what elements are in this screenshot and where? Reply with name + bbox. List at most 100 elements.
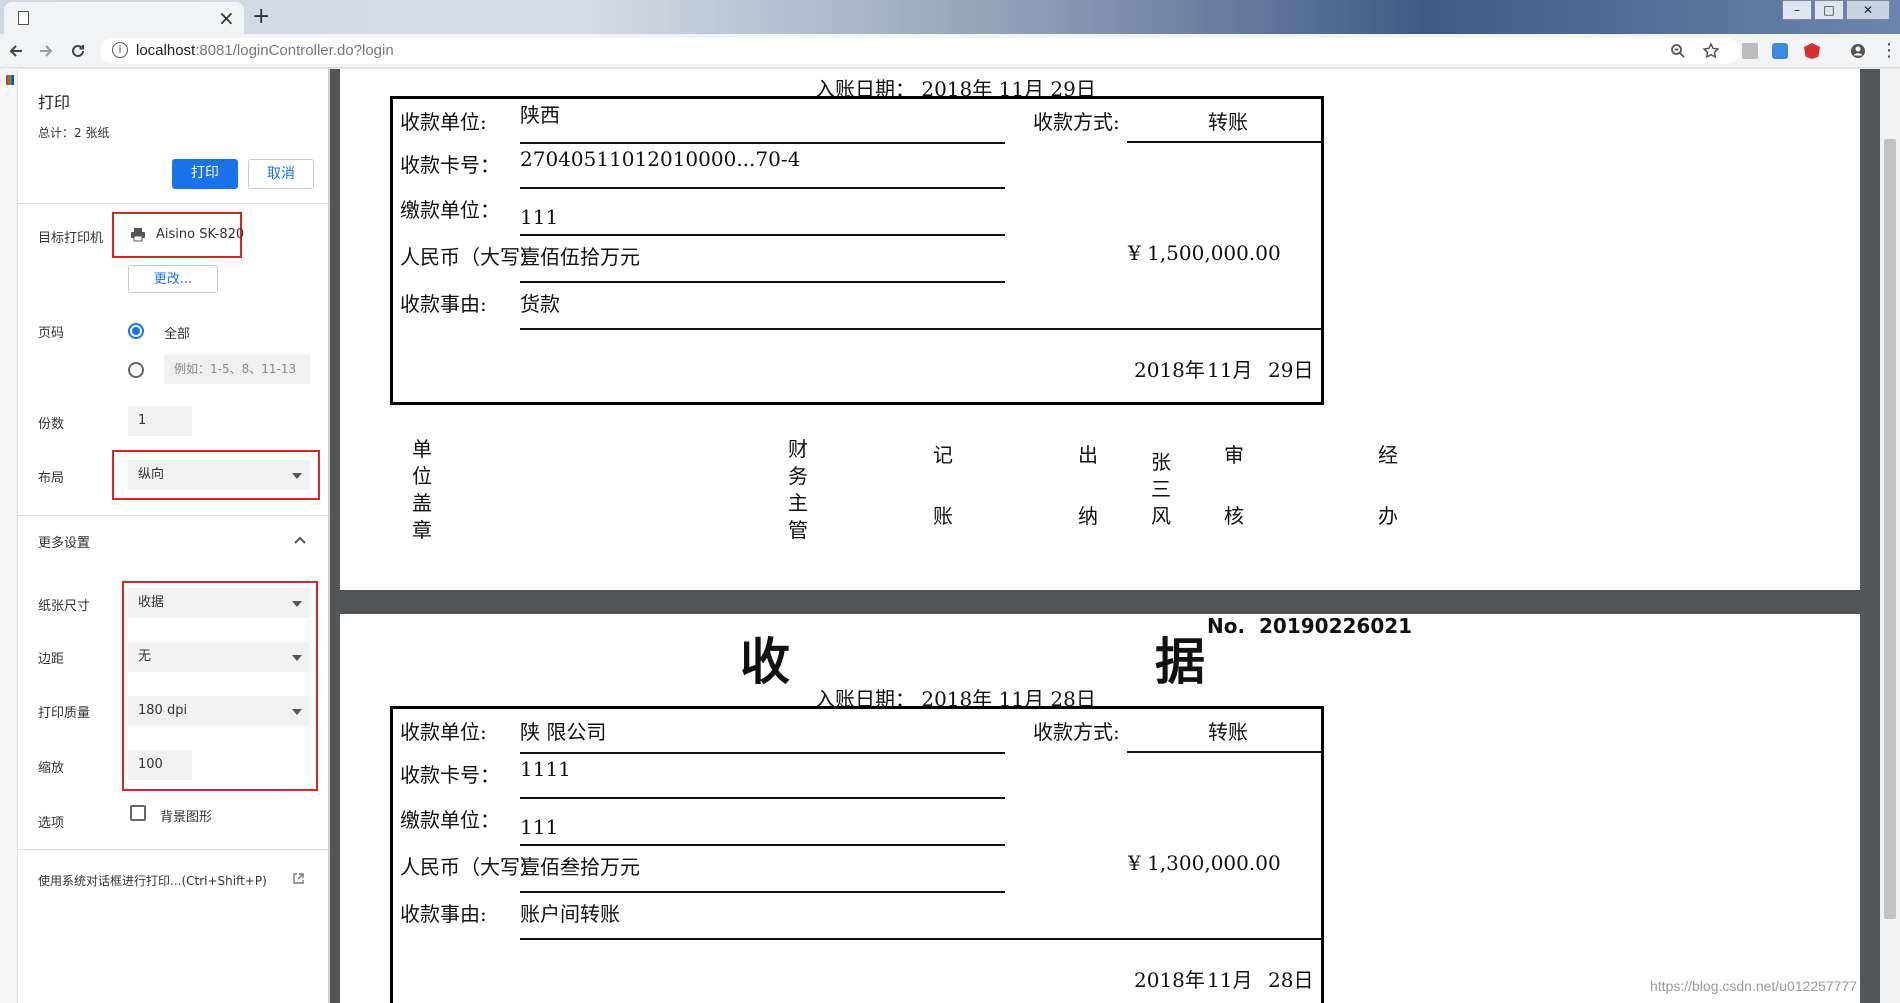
date-year: 2018年: [1134, 358, 1205, 382]
rule: [520, 281, 1005, 283]
page-icon: [18, 11, 29, 25]
char: 审: [1224, 443, 1244, 467]
divider: [18, 849, 330, 850]
browser-toolbar: i localhost:8081/loginController.do?logi…: [0, 34, 1900, 68]
pages-custom-radio[interactable]: [128, 362, 144, 378]
rule: [520, 844, 1005, 846]
rule: [520, 328, 1322, 330]
amount: ¥ 1,300,000.00: [1128, 851, 1281, 875]
chevron-up-icon[interactable]: [294, 536, 306, 544]
change-printer-button[interactable]: 更改...: [128, 265, 218, 293]
bookmark-star-icon[interactable]: [1702, 42, 1720, 60]
margins-label: 边距: [38, 652, 65, 667]
receipt-number: No. 20190226021: [1207, 614, 1412, 638]
payer-label: 缴款单位：: [400, 808, 500, 832]
reason-label: 收款事由:: [400, 902, 487, 926]
char: 位: [412, 464, 432, 488]
zoom-icon[interactable]: [1670, 43, 1686, 59]
char: 务: [788, 464, 808, 488]
rule: [1127, 751, 1322, 753]
destination-label: 目标打印机: [38, 231, 104, 246]
menu-icon[interactable]: ⋮: [1880, 40, 1898, 61]
new-tab-button[interactable]: +: [252, 4, 270, 29]
printer-icon: [131, 228, 145, 242]
back-icon[interactable]: [8, 43, 24, 59]
date-month: 11月: [1207, 358, 1253, 382]
url-text: localhost:8081/loginController.do?login: [136, 42, 394, 59]
reason-value: 货款: [520, 292, 560, 316]
background-graphics-label: 背景图形: [160, 810, 213, 825]
browser-tab[interactable]: ×: [4, 2, 244, 34]
scale-label: 缩放: [38, 761, 65, 776]
url-host: localhost: [136, 42, 196, 59]
url-path: :8081/loginController.do?login: [195, 42, 394, 59]
payer-value: 111: [520, 205, 559, 229]
bookkeeping-label: 记账: [931, 439, 955, 533]
printer-name[interactable]: Aisino SK-820: [156, 227, 244, 242]
pages-all-label: 全部: [164, 327, 191, 342]
print-title: 打印: [38, 93, 71, 112]
apps-icon[interactable]: [6, 75, 14, 85]
close-window-button[interactable]: ✕: [1846, 0, 1890, 20]
payer-label: 缴款单位：: [400, 198, 500, 222]
reason-value: 账户间转账: [520, 902, 620, 926]
total-sheets: 总计：2 张纸: [38, 126, 110, 140]
finance-label: 财务主管: [786, 436, 810, 544]
card-label: 收款卡号：: [400, 153, 500, 177]
info-icon[interactable]: i: [112, 42, 128, 58]
extension-blue-icon[interactable]: [1772, 43, 1788, 59]
preview-page-1: 入账日期： 2018年 11月 29日 收款单位: 陕西 收款方式: 转账 收款…: [340, 69, 1860, 590]
divider: [18, 515, 330, 516]
pay-method-value: 转账: [1208, 720, 1248, 744]
forward-icon[interactable]: [38, 43, 54, 59]
extension-folder-icon[interactable]: [1742, 43, 1758, 59]
background-graphics-checkbox[interactable]: [130, 805, 146, 821]
rule: [520, 142, 1005, 144]
pages-input[interactable]: 例如：1-5、8、11-13: [164, 354, 310, 384]
system-dialog-link[interactable]: 使用系统对话框进行打印...(Ctrl+Shift+P): [38, 872, 267, 889]
amount: ¥ 1,500,000.00: [1128, 241, 1281, 265]
reason-label: 收款事由:: [400, 292, 487, 316]
date-day: 28日: [1268, 968, 1314, 992]
window-controls: – □ ✕: [1780, 0, 1890, 22]
date-year: 2018年: [1134, 968, 1205, 992]
paper-size-label: 纸张尺寸: [38, 599, 91, 614]
rule: [520, 187, 1005, 189]
payee-unit-value: 陕西: [520, 103, 560, 127]
print-button[interactable]: 打印: [172, 159, 238, 189]
tab-bar: × + – □ ✕: [0, 0, 1900, 34]
rule: [1127, 141, 1322, 143]
date-month: 11月: [1207, 968, 1253, 992]
copies-input[interactable]: 1: [128, 406, 192, 436]
pay-method-label: 收款方式:: [1033, 110, 1120, 134]
options-label: 选项: [38, 816, 65, 831]
external-link-icon[interactable]: [292, 872, 305, 885]
rule: [520, 234, 1005, 236]
char: 张: [1151, 450, 1171, 474]
tab-close-button[interactable]: ×: [218, 6, 235, 30]
print-preview: 入账日期： 2018年 11月 29日 收款单位: 陕西 收款方式: 转账 收款…: [330, 69, 1880, 1003]
cancel-button[interactable]: 取消: [248, 159, 314, 189]
angular-extension-icon[interactable]: [1804, 43, 1820, 59]
char: 三: [1151, 477, 1171, 501]
char: 核: [1224, 504, 1244, 528]
payee-unit-value: 陕 限公司: [520, 720, 607, 744]
minimize-button[interactable]: –: [1782, 0, 1812, 20]
divider: [18, 203, 330, 204]
rule: [520, 752, 1005, 754]
reload-icon[interactable]: [70, 43, 86, 59]
card-value: 27040511012010000...70-4: [520, 147, 801, 171]
scrollbar-thumb[interactable]: [1884, 139, 1896, 919]
preview-scrollbar[interactable]: [1880, 69, 1900, 1003]
char: 出: [1078, 443, 1098, 467]
pages-all-radio[interactable]: [128, 323, 144, 339]
review-label: 审核: [1222, 439, 1246, 533]
rule: [520, 938, 1322, 940]
maximize-button[interactable]: □: [1814, 0, 1844, 20]
account-icon[interactable]: [1850, 43, 1866, 59]
date-day: 29日: [1268, 358, 1314, 382]
more-settings-label[interactable]: 更多设置: [38, 532, 90, 551]
char: 管: [788, 518, 808, 542]
cashier-label: 出纳: [1076, 439, 1100, 533]
address-bar[interactable]: i localhost:8081/loginController.do?logi…: [100, 38, 1740, 64]
